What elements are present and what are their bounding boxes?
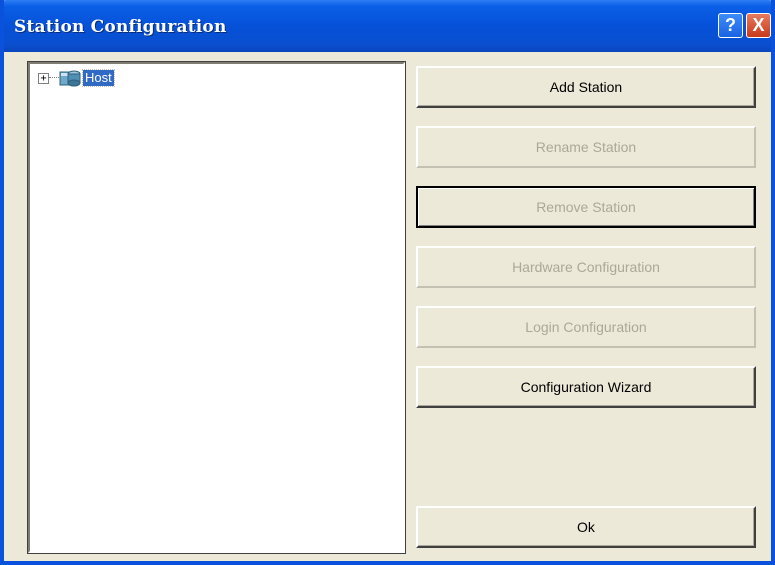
ok-button[interactable]: Ok [416,506,756,548]
title-bar[interactable]: Station Configuration ? X [4,0,771,52]
host-computer-icon [59,70,81,87]
tree-connector [49,77,59,79]
expand-icon[interactable]: + [38,72,49,84]
help-icon: ? [725,15,736,35]
tree-node-label[interactable]: Host [82,69,115,87]
configuration-wizard-button[interactable]: Configuration Wizard [416,366,756,408]
close-button[interactable]: X [746,13,771,38]
station-tree[interactable]: + Host [27,61,406,554]
add-station-button[interactable]: Add Station [416,66,756,108]
rename-station-button[interactable]: Rename Station [416,126,756,168]
help-button[interactable]: ? [718,13,743,38]
hardware-configuration-button[interactable]: Hardware Configuration [416,246,756,288]
login-configuration-button[interactable]: Login Configuration [416,306,756,348]
remove-station-button[interactable]: Remove Station [416,186,756,228]
close-icon: X [752,15,765,35]
tree-node-host[interactable]: + Host [38,68,115,88]
window-title: Station Configuration [14,17,227,37]
station-configuration-dialog: Station Configuration ? X + Host Add Sta… [0,0,775,565]
